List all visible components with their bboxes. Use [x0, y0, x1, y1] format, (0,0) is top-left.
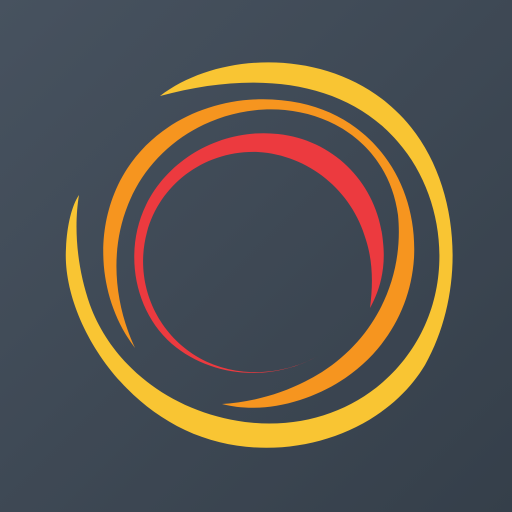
- app-icon: [0, 0, 512, 512]
